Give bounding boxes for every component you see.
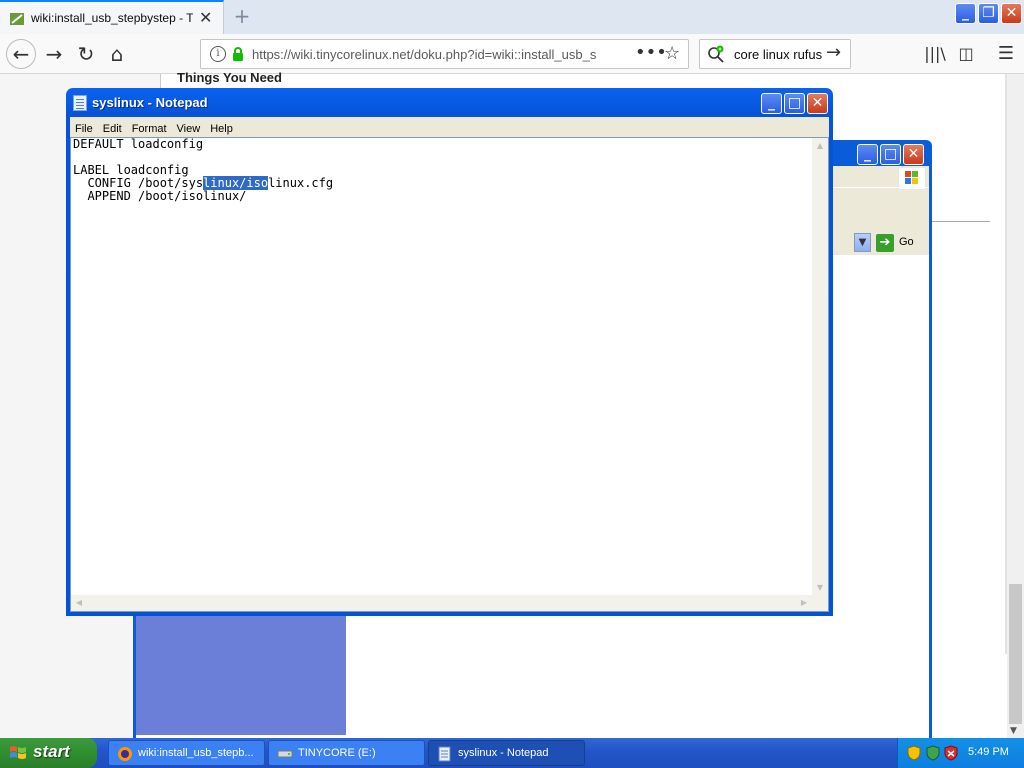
notepad-minimize-button[interactable]: _: [761, 93, 782, 114]
notepad-title: syslinux - Notepad: [92, 95, 208, 110]
menu-view[interactable]: View: [172, 120, 206, 135]
bookmark-star-icon[interactable]: ☆: [664, 43, 680, 64]
url-bar[interactable]: i https://wiki.tinycorelinux.net/doku.ph…: [200, 39, 689, 69]
alert-shield-icon[interactable]: [943, 745, 959, 761]
notepad-titlebar[interactable]: syslinux - Notepad: [71, 93, 671, 115]
firefox-icon: [118, 747, 132, 761]
address-dropdown-icon[interactable]: ▼: [854, 233, 871, 252]
scroll-up-icon[interactable]: ▲: [813, 139, 827, 153]
tab-close-icon[interactable]: ✕: [199, 8, 212, 27]
forward-arrow-icon[interactable]: →: [40, 41, 68, 69]
page-actions-icon[interactable]: •••: [635, 42, 667, 63]
page-divider: [160, 74, 161, 88]
scroll-down-icon[interactable]: ▼: [1010, 726, 1017, 736]
notepad-text-area[interactable]: DEFAULT loadconfig LABEL loadconfig CONF…: [70, 137, 829, 612]
scroll-right-icon[interactable]: ▶: [797, 596, 811, 610]
search-box[interactable]: core linux rufus →: [699, 39, 851, 69]
text-selection: linux/iso: [203, 176, 269, 190]
back-arrow-icon[interactable]: ←: [6, 39, 36, 69]
text-segment: CONFIG /boot/sys: [73, 176, 204, 190]
notepad-text: DEFAULT loadconfig LABEL loadconfig CONF…: [73, 138, 803, 203]
start-label: start: [33, 742, 70, 761]
page-scrollbar[interactable]: ▼: [1007, 74, 1024, 738]
scroll-left-icon[interactable]: ◀: [72, 596, 86, 610]
menu-edit[interactable]: Edit: [98, 120, 127, 135]
lock-icon: [233, 47, 243, 61]
notepad-window: syslinux - Notepad _ □ ✕ File Edit Format V…: [66, 88, 833, 616]
windows-logo-icon: [899, 168, 925, 190]
notepad-vertical-scrollbar[interactable]: ▲ ▼: [812, 138, 828, 596]
browser-tab-strip: wiki:install_usb_stepbystep - Tiny ✕ + _…: [0, 0, 1024, 34]
notepad-maximize-button[interactable]: □: [784, 93, 805, 114]
browser-tab[interactable]: wiki:install_usb_stepbystep - Tiny ✕: [0, 0, 224, 34]
reload-icon[interactable]: ↻: [72, 41, 100, 69]
site-info-icon[interactable]: i: [210, 46, 226, 62]
menu-help[interactable]: Help: [205, 120, 238, 135]
scroll-down-icon[interactable]: ▼: [813, 581, 827, 595]
text-line: APPEND /boot/isolinux/: [73, 189, 247, 203]
notepad-horizontal-scrollbar[interactable]: ◀ ▶: [71, 595, 812, 611]
network-shield-icon[interactable]: [925, 745, 941, 761]
taskbar-item-label: syslinux - Notepad: [458, 747, 549, 759]
browser-tab-title: wiki:install_usb_stepbystep - Tiny: [31, 11, 193, 25]
search-go-arrow-icon[interactable]: →: [826, 42, 841, 63]
security-shield-icon[interactable]: [906, 745, 922, 761]
url-text: https://wiki.tinycorelinux.net/doku.php?…: [252, 47, 597, 62]
taskbar-item-tinycore[interactable]: TINYCORE (E:): [268, 740, 425, 766]
taskbar-item-firefox[interactable]: wiki:install_usb_stepb...: [108, 740, 265, 766]
library-icon[interactable]: |||\: [921, 41, 949, 69]
notepad-icon: [438, 746, 451, 762]
resize-grip-icon[interactable]: [812, 595, 828, 611]
page-scrollbar-thumb[interactable]: [1009, 584, 1022, 724]
go-label: Go: [899, 236, 914, 248]
taskbar: start wiki:install_usb_stepb... TINYCORE…: [0, 738, 1024, 768]
taskbar-item-label: wiki:install_usb_stepb...: [138, 747, 254, 759]
explorer-close-button[interactable]: ✕: [903, 144, 924, 165]
system-tray: 5:49 PM: [897, 738, 1024, 768]
menu-format[interactable]: Format: [127, 120, 172, 135]
text-segment: linux.cfg: [268, 176, 334, 190]
windows-flag-icon: [10, 746, 26, 759]
page-heading: Things You Need: [177, 70, 282, 85]
notepad-close-button[interactable]: ✕: [807, 93, 828, 114]
drive-icon: [277, 750, 293, 758]
browser-navbar: ← → ↻ ⌂ i https://wiki.tinycorelinux.net…: [0, 34, 1024, 74]
hamburger-menu-icon[interactable]: ☰: [992, 41, 1020, 69]
go-arrow-icon: ➔: [876, 234, 894, 252]
notepad-menubar: File Edit Format View Help: [70, 117, 829, 137]
explorer-maximize-button[interactable]: □: [880, 144, 901, 165]
start-button[interactable]: start: [0, 738, 97, 768]
go-button[interactable]: ➔ Go: [876, 233, 920, 253]
wiki-favicon-icon: [10, 13, 24, 25]
sidebar-icon[interactable]: ◫: [952, 41, 980, 69]
taskbar-item-notepad[interactable]: syslinux - Notepad: [428, 740, 585, 766]
browser-minimize-button[interactable]: _: [955, 3, 976, 24]
clock: 5:49 PM: [968, 746, 1009, 758]
taskbar-item-label: TINYCORE (E:): [298, 747, 376, 759]
search-engine-icon: [708, 45, 724, 63]
browser-restore-button[interactable]: ❐: [978, 3, 999, 24]
browser-close-button[interactable]: ✕: [1001, 3, 1022, 24]
explorer-minimize-button[interactable]: _: [857, 144, 878, 165]
home-icon[interactable]: ⌂: [103, 41, 131, 69]
text-line: DEFAULT loadconfig: [73, 137, 204, 151]
page-divider: [930, 221, 990, 222]
new-tab-button[interactable]: +: [230, 4, 254, 28]
search-text: core linux rufus: [734, 47, 823, 62]
menu-file[interactable]: File: [70, 120, 98, 135]
notepad-icon: [73, 95, 87, 111]
